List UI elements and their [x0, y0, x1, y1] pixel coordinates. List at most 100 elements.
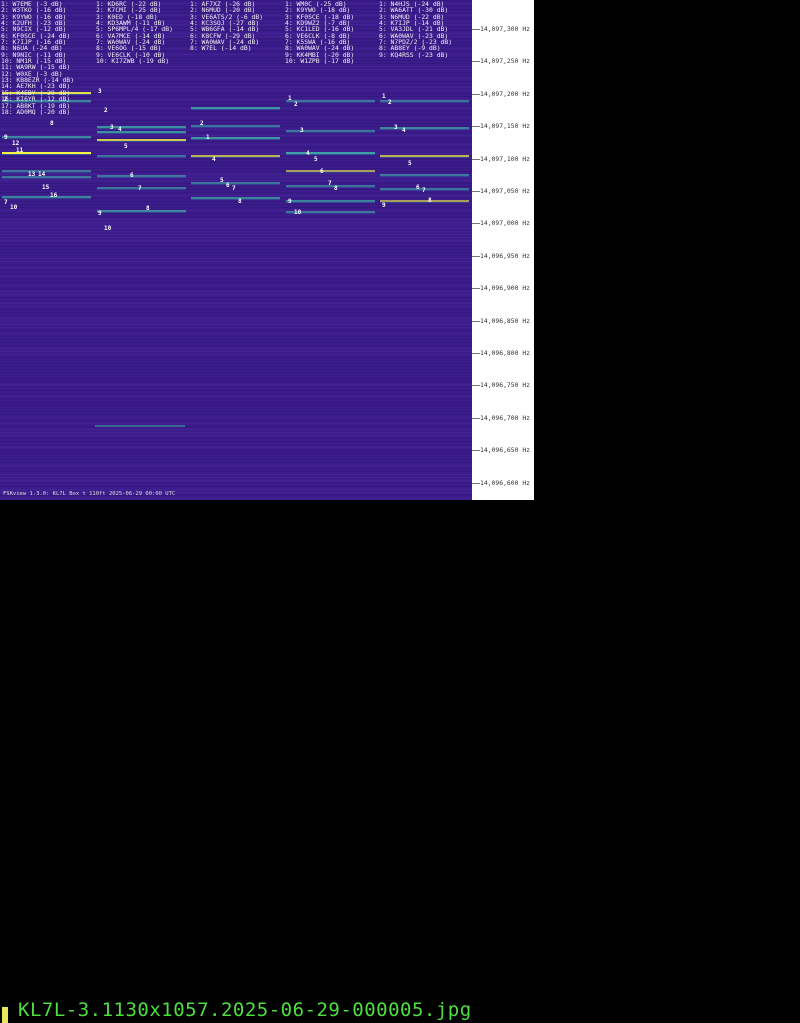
noise-band	[0, 486, 472, 487]
frequency-label: 14,097,200 Hz	[480, 89, 531, 98]
noise-band	[0, 297, 472, 298]
signal-trace	[97, 210, 186, 212]
noise-band	[0, 180, 472, 181]
signal-number-label: 13	[28, 171, 36, 178]
noise-band	[0, 279, 472, 280]
noise-band	[0, 312, 472, 313]
noise-band	[0, 444, 472, 445]
noise-band	[0, 210, 472, 211]
noise-band	[0, 150, 472, 151]
signal-number-label: 2	[104, 107, 108, 114]
filename-label: KL7L-3.1130x1057.2025-06-29-000005.jpg	[18, 999, 472, 1021]
noise-band	[0, 396, 472, 397]
signal-number-label: 7	[138, 185, 142, 192]
noise-band	[0, 372, 472, 373]
noise-band	[0, 471, 472, 472]
noise-band	[0, 333, 472, 334]
signal-trace	[286, 152, 375, 154]
signal-trace	[97, 131, 186, 133]
frequency-label: 14,097,050 Hz	[480, 187, 531, 195]
noise-band	[0, 489, 472, 490]
noise-band	[0, 219, 472, 220]
signal-trace	[380, 157, 469, 158]
noise-band	[0, 438, 472, 439]
frequency-tick	[472, 320, 480, 322]
noise-band	[0, 303, 472, 304]
signal-number-label: 8	[50, 120, 54, 127]
signal-number-label: 15	[42, 184, 50, 191]
noise-band	[0, 228, 472, 229]
signal-number-label: 8	[428, 197, 432, 204]
frequency-tick	[472, 385, 480, 387]
noise-band	[0, 351, 472, 352]
noise-band	[0, 477, 472, 478]
noise-band	[0, 234, 472, 235]
frequency-tick	[472, 61, 480, 63]
signal-trace	[380, 155, 469, 157]
frequency-tick	[472, 191, 480, 192]
signal-trace	[286, 202, 375, 203]
signal-trace	[2, 176, 91, 178]
noise-band	[0, 339, 472, 340]
frequency-tick	[472, 450, 480, 452]
noise-band	[0, 429, 472, 430]
signal-trace	[286, 100, 375, 102]
frequency-label: 14,097,100 Hz	[480, 154, 531, 163]
frequency-tick	[472, 482, 480, 484]
signal-number-label: 2	[4, 96, 8, 103]
noise-band	[0, 273, 472, 274]
noise-band	[0, 411, 472, 412]
noise-band	[0, 447, 472, 448]
noise-band	[0, 255, 472, 256]
noise-band	[0, 474, 472, 475]
noise-band	[0, 336, 472, 337]
noise-band	[0, 231, 472, 232]
signal-trace	[286, 172, 375, 173]
noise-band	[0, 282, 472, 283]
noise-band	[0, 327, 472, 328]
signal-number-label: 7	[4, 199, 8, 206]
noise-band	[0, 144, 472, 145]
noise-band	[0, 291, 472, 292]
signal-number-label: 5	[220, 177, 224, 184]
frequency-label: 14,096,850 Hz	[480, 316, 531, 325]
noise-band	[0, 240, 472, 241]
frequency-label: 14,096,650 Hz	[480, 446, 531, 455]
noise-band	[0, 252, 472, 253]
noise-band	[0, 237, 472, 238]
noise-band	[0, 354, 472, 355]
signal-number-label: 2	[294, 101, 298, 108]
signal-trace	[380, 200, 469, 202]
noise-band	[0, 414, 472, 415]
noise-band	[0, 162, 472, 163]
noise-band	[0, 270, 472, 271]
signal-trace	[286, 154, 375, 155]
noise-band	[0, 468, 472, 469]
signal-number-label: 5	[314, 156, 318, 163]
signal-trace	[286, 102, 375, 103]
frequency-label: 14,097,250 Hz	[480, 57, 531, 66]
decode-entry: 8: W7EL (-14 dB)	[190, 44, 252, 53]
frequency-label: 14,096,800 Hz	[480, 349, 531, 357]
noise-band	[0, 294, 472, 295]
signal-trace	[380, 202, 469, 203]
signal-number-label: 1	[382, 93, 386, 100]
noise-band	[0, 186, 472, 187]
noise-band	[0, 276, 472, 277]
noise-band	[0, 192, 472, 193]
noise-band	[0, 216, 472, 217]
signal-trace	[2, 138, 91, 139]
signal-trace	[380, 102, 469, 103]
noise-band	[0, 348, 472, 349]
noise-band	[0, 435, 472, 436]
signal-number-label: 5	[408, 160, 412, 167]
decode-entry: 10: KI7ZWB (-19 dB)	[96, 57, 170, 66]
signal-trace	[2, 198, 91, 199]
signal-number-label: 8	[238, 198, 242, 205]
decode-list-column-4: 1: WM0C (-25 dB) 2: K9YWO (-18 dB) 3: KF0S…	[285, 1, 354, 65]
noise-band	[0, 384, 472, 385]
signal-trace	[191, 155, 280, 157]
signal-trace	[191, 109, 280, 110]
signal-number-label: 4	[212, 156, 216, 163]
noise-band	[0, 393, 472, 394]
